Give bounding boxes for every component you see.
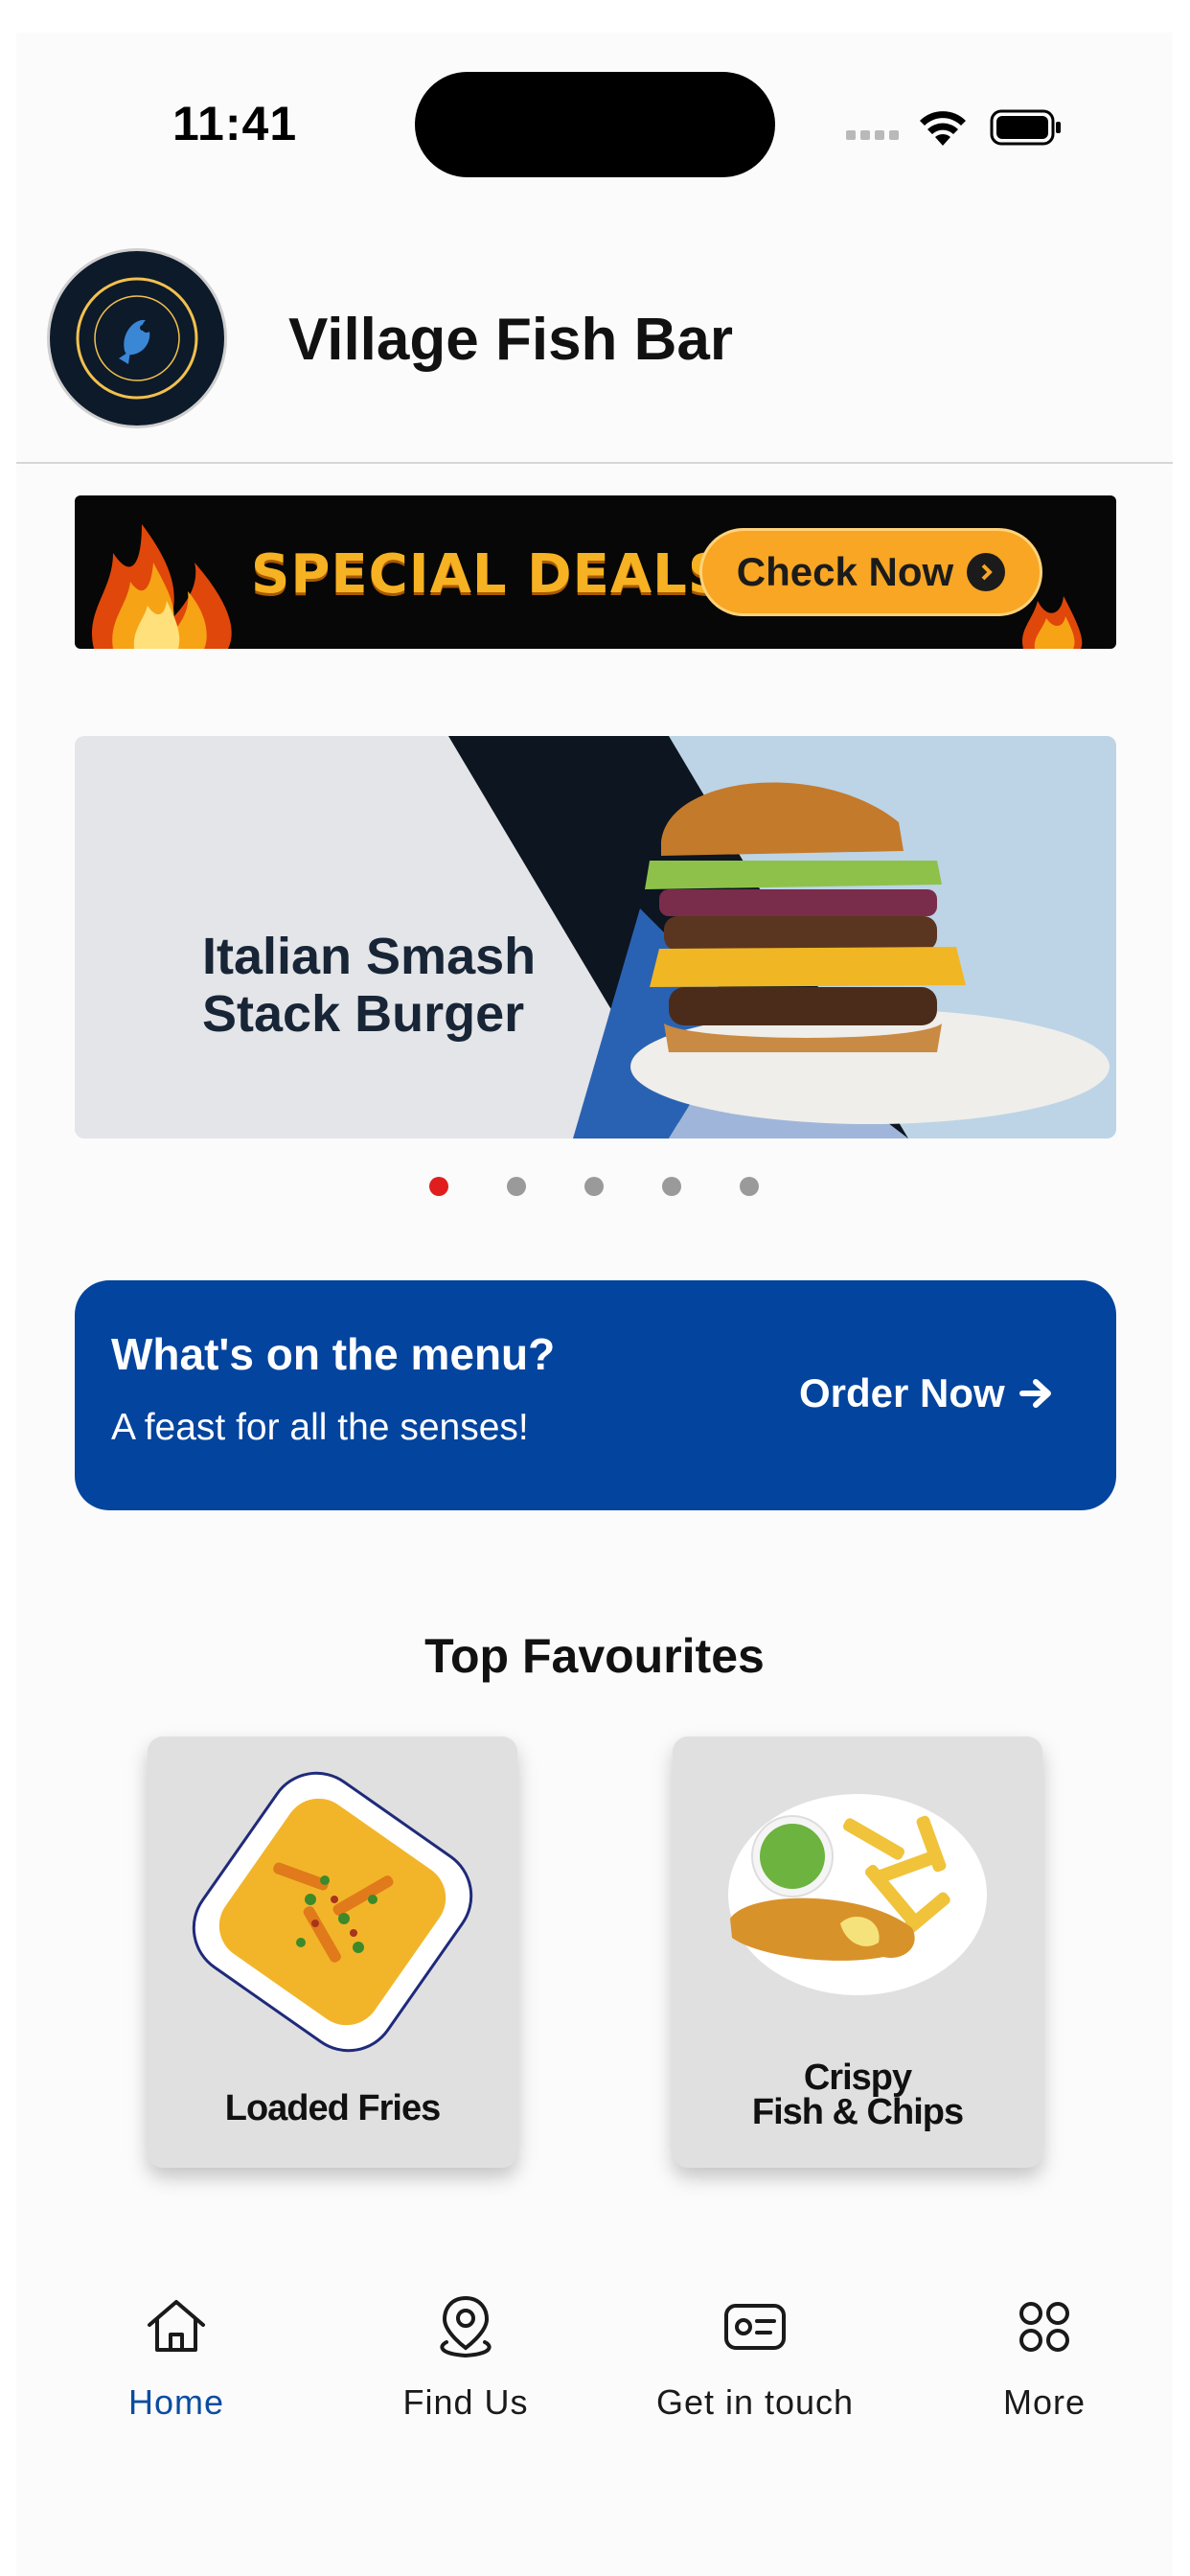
favourite-label: Crispy Fish & Chips xyxy=(751,2058,964,2132)
nav-item-find-us[interactable]: Find Us xyxy=(341,2292,590,2423)
contact-card-icon xyxy=(630,2292,880,2369)
dynamic-island xyxy=(415,72,775,177)
carousel-dot[interactable] xyxy=(662,1177,681,1196)
carousel-dot[interactable] xyxy=(584,1177,604,1196)
battery-icon xyxy=(990,109,1061,146)
order-now-button[interactable]: Order Now xyxy=(799,1370,1057,1416)
check-now-label: Check Now xyxy=(736,549,954,594)
carousel-dot[interactable] xyxy=(429,1177,448,1196)
nav-item-more[interactable]: More xyxy=(920,2292,1169,2423)
special-deals-label: SPECIAL DEALS xyxy=(251,543,728,606)
cellular-signal-icon xyxy=(846,130,899,140)
favourite-card-loaded-fries[interactable]: Loaded Fries xyxy=(148,1736,517,2168)
header-divider xyxy=(16,462,1173,464)
bottom-navigation: Home Find Us Get in touch More xyxy=(16,2206,1173,2576)
nav-label: Get in touch xyxy=(655,2382,855,2422)
nav-item-get-in-touch[interactable]: Get in touch xyxy=(630,2292,880,2423)
carousel-dot[interactable] xyxy=(740,1177,759,1196)
fish-logo-icon xyxy=(76,277,198,400)
grid-icon xyxy=(920,2292,1169,2369)
special-deals-banner[interactable]: SPECIAL DEALS Check Now xyxy=(75,495,1116,649)
favourite-card-fish-chips[interactable]: Crispy Fish & Chips xyxy=(673,1736,1042,2168)
check-now-button[interactable]: Check Now xyxy=(699,528,1042,616)
menu-cta-title: What's on the menu? xyxy=(111,1329,556,1379)
app-screen: 11:41 Village Fish Bar SPECIAL DEALS Che… xyxy=(16,33,1173,2576)
promo-carousel[interactable]: Italian Smash Stack Burger xyxy=(75,736,1116,1138)
location-pin-icon xyxy=(341,2292,590,2369)
home-icon xyxy=(52,2292,301,2369)
nav-label: More xyxy=(1002,2382,1087,2422)
order-now-label: Order Now xyxy=(799,1370,1005,1415)
chevron-right-icon xyxy=(967,553,1006,591)
menu-cta-card[interactable]: What's on the menu? A feast for all the … xyxy=(75,1280,1116,1510)
menu-cta-subtitle: A feast for all the senses! xyxy=(111,1407,529,1448)
app-title: Village Fish Bar xyxy=(288,307,734,373)
top-favourites-heading: Top Favourites xyxy=(424,1629,765,1683)
fish-chips-image xyxy=(728,1794,987,1995)
nav-label: Home xyxy=(127,2382,225,2422)
favourite-label: Loaded Fries xyxy=(224,2088,442,2128)
nav-item-home[interactable]: Home xyxy=(52,2292,301,2423)
wifi-icon xyxy=(920,111,966,146)
carousel-dot[interactable] xyxy=(507,1177,526,1196)
loaded-fries-image xyxy=(192,1771,473,2053)
nav-label: Find Us xyxy=(402,2382,529,2422)
status-time: 11:41 xyxy=(172,97,298,150)
arrow-right-icon xyxy=(1018,1379,1051,1408)
carousel-slide-title: Italian Smash Stack Burger xyxy=(202,928,537,1043)
brand-logo xyxy=(47,248,227,428)
carousel-pagination[interactable] xyxy=(429,1177,759,1196)
